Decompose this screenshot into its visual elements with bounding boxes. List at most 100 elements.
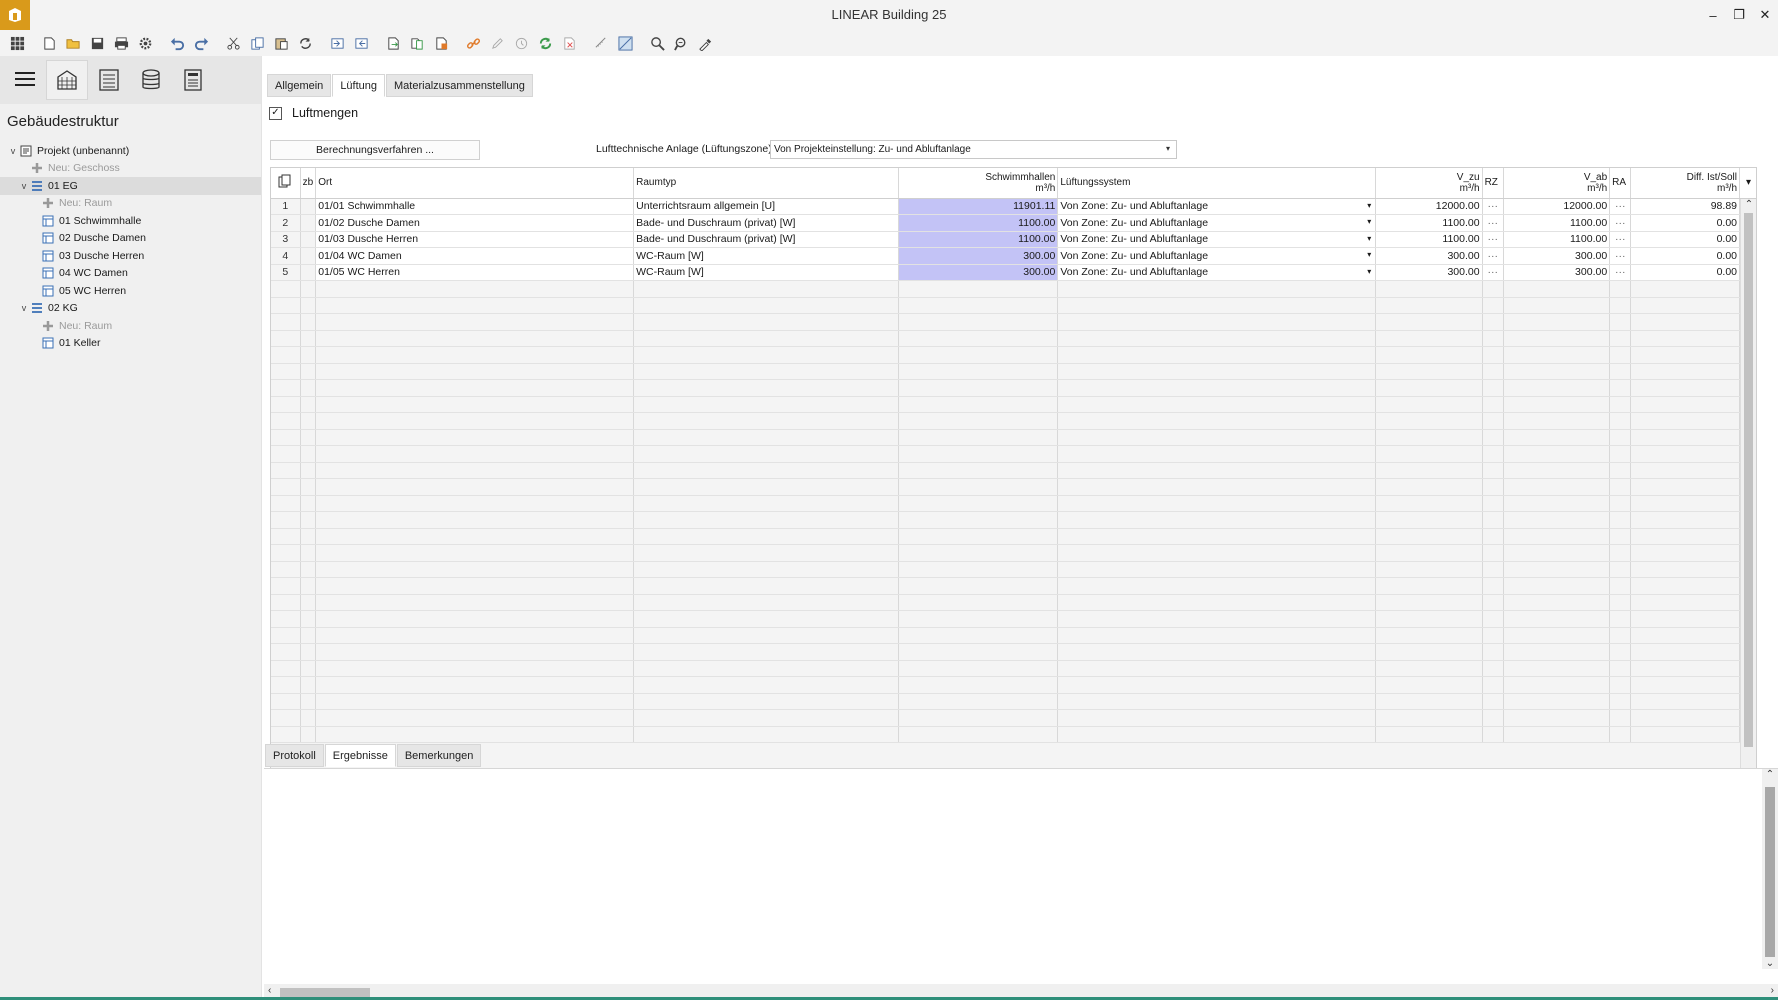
paste-icon[interactable] bbox=[270, 32, 292, 54]
scroll-up-icon[interactable]: ⌃ bbox=[1741, 199, 1756, 210]
edit-pencil-icon[interactable] bbox=[486, 32, 508, 54]
settings-gear-icon[interactable] bbox=[134, 32, 156, 54]
list-view-icon[interactable] bbox=[88, 60, 130, 100]
expand-chevron-icon[interactable]: v bbox=[18, 181, 30, 191]
copy-icon[interactable] bbox=[246, 32, 268, 54]
delete-doc-icon[interactable] bbox=[558, 32, 580, 54]
sync-icon[interactable] bbox=[534, 32, 556, 54]
ort-cell[interactable]: 01/02 Dusche Damen bbox=[315, 214, 635, 232]
tree-item[interactable]: v 02 KG bbox=[0, 300, 261, 318]
ort-cell[interactable]: 01/03 Dusche Herren bbox=[315, 231, 635, 248]
grid-scroll-thumb[interactable] bbox=[1744, 213, 1753, 747]
vab-cell[interactable]: 1100.00 bbox=[1503, 231, 1611, 248]
raumtyp-cell[interactable]: WC-Raum [W] bbox=[633, 247, 900, 265]
calc-method-button[interactable]: Berechnungsverfahren ... bbox=[270, 140, 480, 160]
tree-item[interactable]: Neu: Geschoss bbox=[0, 160, 261, 178]
history-icon[interactable] bbox=[510, 32, 532, 54]
vzu-cell[interactable]: 12000.00 bbox=[1375, 198, 1483, 215]
tree-item[interactable]: 01 Keller bbox=[0, 335, 261, 353]
vab-cell[interactable]: 300.00 bbox=[1503, 264, 1611, 281]
document-view-icon[interactable] bbox=[172, 60, 214, 100]
main-tab-0[interactable]: Allgemein bbox=[267, 74, 332, 97]
header-vzu[interactable]: V_zu m³/h bbox=[1375, 168, 1483, 199]
lueftungssystem-select[interactable]: Von Zone: Zu- und Abluftanlage ▾ bbox=[1057, 264, 1377, 281]
header-schwimmhallen[interactable]: Schwimmhallen m³/h bbox=[898, 168, 1059, 199]
header-vab[interactable]: V_ab m³/h bbox=[1503, 168, 1611, 199]
ra-button[interactable]: ··· bbox=[1609, 247, 1632, 265]
measure-icon[interactable] bbox=[590, 32, 612, 54]
building-icon[interactable] bbox=[46, 60, 88, 100]
ra-button[interactable]: ··· bbox=[1609, 198, 1632, 215]
tree-item[interactable]: Neu: Raum bbox=[0, 195, 261, 213]
results-scroll-thumb[interactable] bbox=[1765, 787, 1775, 957]
scroll-up-icon[interactable]: ⌃ bbox=[1762, 769, 1778, 780]
expand-chevron-icon[interactable]: v bbox=[18, 303, 30, 313]
tree-item[interactable]: v 01 EG bbox=[0, 177, 261, 195]
table-row[interactable]: 4 01/04 WC Damen WC-Raum [W] 300.00 Von Zone… bbox=[271, 247, 1756, 265]
vab-cell[interactable]: 12000.00 bbox=[1503, 198, 1611, 215]
horizontal-scroll-thumb[interactable] bbox=[280, 988, 370, 997]
vzu-cell[interactable]: 300.00 bbox=[1375, 247, 1483, 265]
vab-cell[interactable]: 300.00 bbox=[1503, 247, 1611, 265]
vzu-cell[interactable]: 300.00 bbox=[1375, 264, 1483, 281]
result-tab-1[interactable]: Ergebnisse bbox=[324, 744, 396, 767]
vab-cell[interactable]: 1100.00 bbox=[1503, 214, 1611, 232]
new-file-icon[interactable] bbox=[38, 32, 60, 54]
restore-button[interactable]: ❐ bbox=[1726, 0, 1752, 30]
lueftungssystem-select[interactable]: Von Zone: Zu- und Abluftanlage ▾ bbox=[1057, 247, 1377, 265]
raumtyp-cell[interactable]: WC-Raum [W] bbox=[633, 264, 900, 281]
database-icon[interactable] bbox=[130, 60, 172, 100]
ort-cell[interactable]: 01/04 WC Damen bbox=[315, 247, 635, 265]
table-row[interactable]: 1 01/01 Schwimmhalle Unterrichtsraum allge… bbox=[271, 198, 1756, 215]
document-calc-icon[interactable] bbox=[430, 32, 452, 54]
header-zb[interactable]: zb bbox=[300, 168, 317, 199]
link-icon[interactable] bbox=[462, 32, 484, 54]
result-tab-2[interactable]: Bemerkungen bbox=[396, 744, 482, 767]
print-icon[interactable] bbox=[110, 32, 132, 54]
search-icon[interactable] bbox=[646, 32, 668, 54]
main-tab-2[interactable]: Materialzusammenstellung bbox=[386, 74, 533, 97]
tree-item[interactable]: Neu: Raum bbox=[0, 317, 261, 335]
table-row[interactable]: 2 01/02 Dusche Damen Bade- und Duschraum (… bbox=[271, 214, 1756, 232]
tree-item[interactable]: 03 Dusche Herren bbox=[0, 247, 261, 265]
export-icon[interactable] bbox=[350, 32, 372, 54]
zb-cell[interactable] bbox=[300, 198, 317, 215]
copy-column-header[interactable] bbox=[271, 168, 301, 199]
zb-cell[interactable] bbox=[300, 231, 317, 248]
ra-button[interactable]: ··· bbox=[1609, 264, 1632, 281]
scroll-down-icon[interactable]: ⌄ bbox=[1762, 958, 1778, 969]
save-icon[interactable] bbox=[86, 32, 108, 54]
raumtyp-cell[interactable]: Unterrichtsraum allgemein [U] bbox=[633, 198, 900, 215]
lueftungssystem-select[interactable]: Von Zone: Zu- und Abluftanlage ▾ bbox=[1057, 198, 1377, 215]
minimize-button[interactable]: – bbox=[1700, 0, 1726, 30]
import-icon[interactable] bbox=[326, 32, 348, 54]
tree-item[interactable]: 05 WC Herren bbox=[0, 282, 261, 300]
diagram-icon[interactable] bbox=[614, 32, 636, 54]
zb-cell[interactable] bbox=[300, 247, 317, 265]
ort-cell[interactable]: 01/01 Schwimmhalle bbox=[315, 198, 635, 215]
header-ort[interactable]: Ort bbox=[315, 168, 635, 199]
apps-grid-icon[interactable] bbox=[6, 32, 28, 54]
header-lueftungssystem[interactable]: Lüftungssystem bbox=[1057, 168, 1377, 199]
header-ra[interactable]: RA bbox=[1609, 168, 1632, 199]
rz-button[interactable]: ··· bbox=[1482, 231, 1504, 248]
schwimmhallen-cell[interactable]: 1100.00 bbox=[898, 231, 1059, 248]
lueftungssystem-select[interactable]: Von Zone: Zu- und Abluftanlage ▾ bbox=[1057, 231, 1377, 248]
schwimmhallen-cell[interactable]: 300.00 bbox=[898, 264, 1059, 281]
rz-button[interactable]: ··· bbox=[1482, 264, 1504, 281]
ra-button[interactable]: ··· bbox=[1609, 214, 1632, 232]
expand-chevron-icon[interactable]: v bbox=[7, 146, 19, 156]
zone-select[interactable]: Von Projekteinstellung: Zu- und Abluftan… bbox=[770, 140, 1177, 159]
rz-button[interactable]: ··· bbox=[1482, 198, 1504, 215]
column-chooser-button[interactable]: ▾ bbox=[1739, 168, 1756, 199]
table-row[interactable]: 5 01/05 WC Herren WC-Raum [W] 300.00 Von Zon… bbox=[271, 264, 1756, 281]
results-vertical-scrollbar[interactable]: ⌃ ⌄ bbox=[1762, 769, 1778, 969]
hamburger-menu-icon[interactable] bbox=[4, 60, 46, 100]
raumtyp-cell[interactable]: Bade- und Duschraum (privat) [W] bbox=[633, 214, 900, 232]
rz-button[interactable]: ··· bbox=[1482, 247, 1504, 265]
ra-button[interactable]: ··· bbox=[1609, 231, 1632, 248]
tree-item[interactable]: 04 WC Damen bbox=[0, 265, 261, 283]
raumtyp-cell[interactable]: Bade- und Duschraum (privat) [W] bbox=[633, 231, 900, 248]
rz-button[interactable]: ··· bbox=[1482, 214, 1504, 232]
schwimmhallen-cell[interactable]: 1100.00 bbox=[898, 214, 1059, 232]
